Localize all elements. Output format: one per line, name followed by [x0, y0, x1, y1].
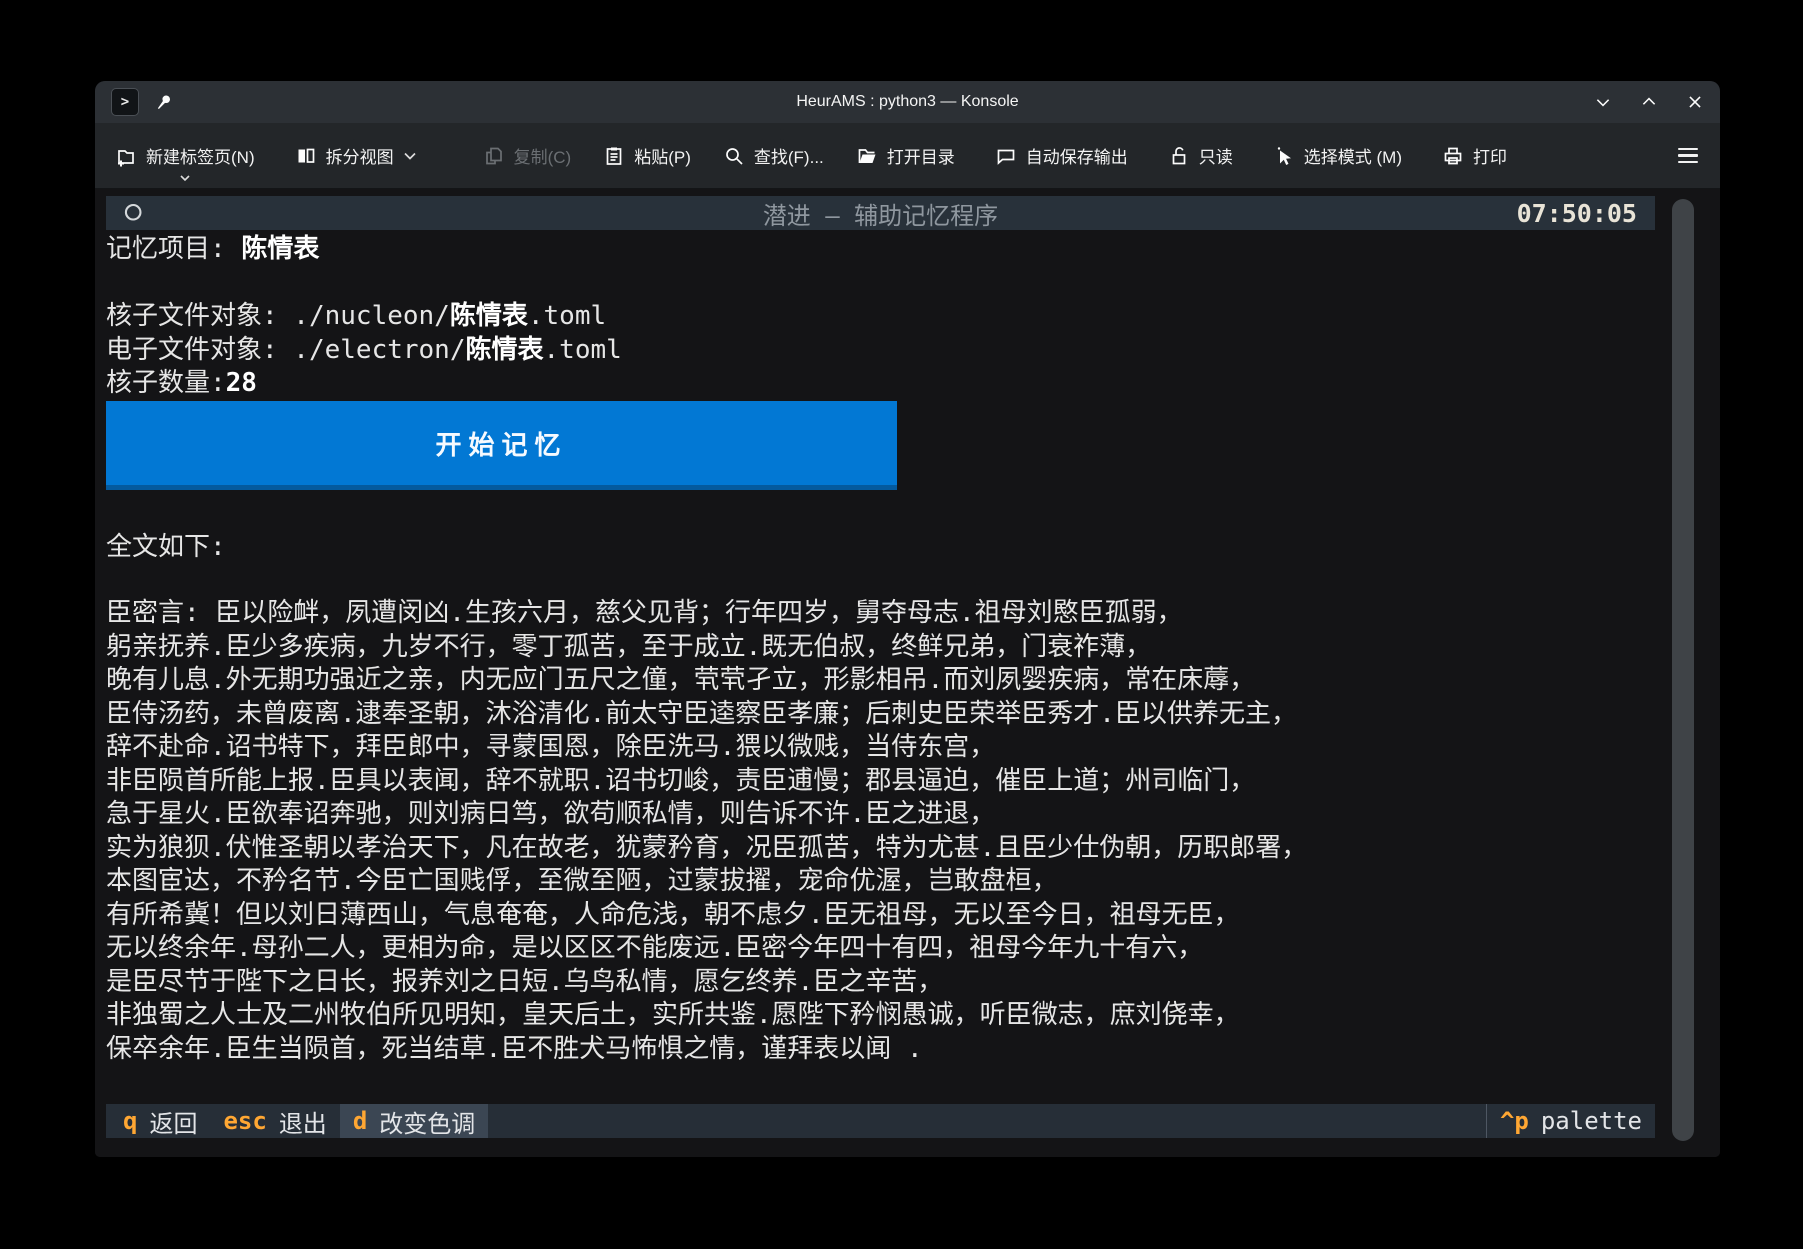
text-line: 实为狼狈.伏惟圣朝以孝治天下，凡在故老，犹蒙矜育，况臣孤苦，特为尤甚.且臣少仕伪…	[106, 832, 1307, 866]
key-badge: ^p	[1500, 1107, 1529, 1135]
toolbar-label: 查找(F)...	[754, 143, 824, 168]
open-directory-button[interactable]: 打开目录	[856, 143, 955, 168]
konsole-window: > HeurAMS : python3 — Konsole	[95, 81, 1720, 1157]
footer-key-quit[interactable]: esc 退出	[210, 1104, 339, 1138]
terminal-viewport[interactable]: ⭘ 潜进 – 辅助记忆程序 07:50:05 记忆项目: 陈情表核子文件对象: …	[95, 189, 1720, 1157]
minimize-icon[interactable]	[1594, 93, 1612, 111]
paste-button[interactable]: 粘贴(P)	[603, 143, 691, 168]
new-tab-icon	[115, 145, 137, 167]
key-label: 退出	[279, 1104, 327, 1139]
text-line: 无以终余年.母孙二人，更相为命，是以区区不能废远.臣密今年四十有四，祖母今年九十…	[106, 932, 1307, 966]
copy-icon	[483, 145, 505, 167]
key-label: palette	[1541, 1107, 1642, 1135]
toolbar-label: 拆分视图	[326, 143, 394, 168]
info-line: 核子数量:28	[106, 367, 622, 401]
autosave-output-icon	[995, 145, 1017, 167]
toolbar-label: 粘贴(P)	[634, 143, 691, 168]
text-line: 晚有儿息.外无期功强近之亲，内无应门五尺之僮，茕茕孑立，形影相吊.而刘夙婴疾病，…	[106, 664, 1307, 698]
toolbar-label: 新建标签页(N)	[146, 143, 255, 168]
close-icon[interactable]	[1686, 93, 1704, 111]
text-line: 非独蜀之人士及二州牧伯所见明知，皇天后土，实所共鉴.愿陛下矜悯愚诚，听臣微志，庶…	[106, 999, 1307, 1033]
autosave-output-button[interactable]: 自动保存输出	[995, 143, 1128, 168]
header-clock: 07:50:05	[1517, 199, 1637, 228]
key-label: 返回	[149, 1104, 197, 1139]
info-line	[106, 267, 622, 301]
app-footer: q 返回 esc 退出 d 改变色调 ^p palette	[106, 1104, 1655, 1138]
app-header: ⭘ 潜进 – 辅助记忆程序 07:50:05	[106, 196, 1655, 230]
select-mode-button[interactable]: 选择模式 (M)	[1273, 143, 1402, 168]
maximize-icon[interactable]	[1640, 93, 1658, 111]
text-line: 非臣陨首所能上报.臣具以表闻，辞不就职.诏书切峻，责臣逋慢；郡县逼迫，催臣上道；…	[106, 765, 1307, 799]
text-line: 臣密言: 臣以险衅，夙遭闵凶.生孩六月，慈父见背；行年四岁，舅夺母志.祖母刘愍臣…	[106, 597, 1307, 631]
read-only-toggle[interactable]: 只读	[1168, 143, 1233, 168]
footer-key-change-theme[interactable]: d 改变色调	[340, 1104, 488, 1138]
chevron-down-icon[interactable]	[179, 174, 191, 182]
text-line: 辞不赴命.诏书特下，拜臣郎中，寻蒙国恩，除臣洗马.猥以微贱，当侍东宫，	[106, 731, 1307, 765]
paste-icon	[603, 145, 625, 167]
toolbar-label: 选择模式 (M)	[1304, 143, 1402, 168]
text-line: 本图宦达，不矜名节.今臣亡国贱俘，至微至陋，过蒙拔擢，宠命优渥，岂敢盘桓，	[106, 865, 1307, 899]
select-mode-cursor-icon	[1273, 145, 1295, 167]
search-icon	[723, 145, 745, 167]
info-line: 记忆项目: 陈情表	[106, 233, 622, 267]
text-line: 臣侍汤药，未曾废离.逮奉圣朝，沐浴清化.前太守臣逵察臣孝廉；后刺史臣荣举臣秀才.…	[106, 698, 1307, 732]
app-title: 潜进 – 辅助记忆程序	[106, 196, 1655, 231]
print-button[interactable]: 打印	[1442, 143, 1507, 168]
text-line: 急于星火.臣欲奉诏奔驰，则刘病日笃，欲苟顺私情，则告诉不许.臣之进退，	[106, 798, 1307, 832]
readonly-lock-icon	[1168, 145, 1190, 167]
split-view-button[interactable]: 拆分视图	[295, 143, 417, 168]
desktop-background: > HeurAMS : python3 — Konsole	[0, 0, 1803, 1249]
text-line: 有所希冀！但以刘日薄西山，气息奄奄，人命危浅，朝不虑夕.臣无祖母，无以至今日，祖…	[106, 899, 1307, 933]
key-label: 改变色调	[379, 1104, 475, 1139]
key-badge: esc	[223, 1107, 266, 1135]
konsole-toolbar: 新建标签页(N) 拆分视图	[95, 123, 1720, 189]
text-line: 躬亲抚养.臣少多疾病，九岁不行，零丁孤苦，至于成立.既无伯叔，终鲜兄弟，门衰祚薄…	[106, 631, 1307, 665]
fulltext-intro: 全文如下:	[106, 531, 226, 565]
hamburger-menu-icon[interactable]	[1678, 148, 1698, 164]
key-badge: d	[353, 1107, 367, 1135]
open-folder-icon	[856, 145, 878, 167]
text-line: 是臣尽节于陛下之日长，报养刘之日短.乌鸟私情，愿乞终养.臣之辛苦，	[106, 966, 1307, 1000]
toolbar-label: 复制(C)	[514, 143, 572, 168]
memory-info: 记忆项目: 陈情表核子文件对象: ./nucleon/陈情表.toml电子文件对…	[106, 233, 622, 401]
toolbar-label: 只读	[1199, 143, 1233, 168]
new-tab-button[interactable]: 新建标签页(N)	[115, 143, 255, 168]
copy-button: 复制(C)	[483, 143, 572, 168]
find-button[interactable]: 查找(F)...	[723, 143, 824, 168]
print-icon	[1442, 145, 1464, 167]
toolbar-label: 自动保存输出	[1026, 143, 1128, 168]
text-line: 保卒余年.臣生当陨首，死当结草.臣不胜犬马怖惧之情，谨拜表以闻 .	[106, 1033, 1307, 1067]
key-badge: q	[123, 1107, 137, 1135]
toolbar-label: 打印	[1473, 143, 1507, 168]
split-view-icon	[295, 145, 317, 167]
info-line: 电子文件对象: ./electron/陈情表.toml	[106, 334, 622, 368]
fulltext-body: 臣密言: 臣以险衅，夙遭闵凶.生孩六月，慈父见背；行年四岁，舅夺母志.祖母刘愍臣…	[106, 597, 1307, 1066]
start-memorize-button[interactable]: 开始记忆	[106, 401, 897, 490]
terminal-scrollbar[interactable]	[1672, 199, 1694, 1141]
footer-key-palette[interactable]: ^p palette	[1486, 1104, 1655, 1138]
footer-key-back[interactable]: q 返回	[110, 1104, 210, 1138]
window-titlebar[interactable]: > HeurAMS : python3 — Konsole	[95, 81, 1720, 123]
chevron-down-icon	[403, 151, 417, 161]
toolbar-label: 打开目录	[887, 143, 955, 168]
info-line: 核子文件对象: ./nucleon/陈情表.toml	[106, 300, 622, 334]
window-title: HeurAMS : python3 — Konsole	[95, 93, 1720, 111]
